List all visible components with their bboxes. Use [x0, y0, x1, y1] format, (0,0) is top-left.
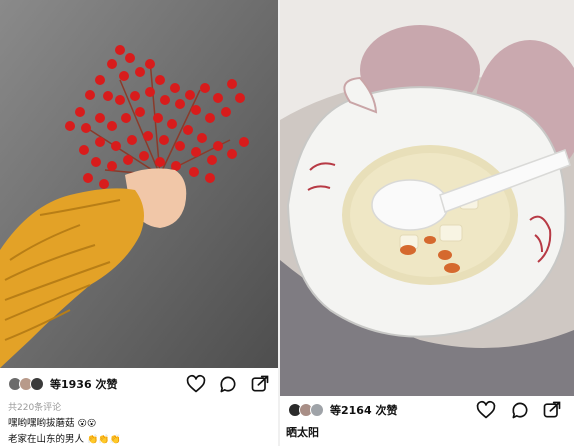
likes-count[interactable]: 等2164 次赞	[330, 402, 397, 418]
soup-bowl-photo	[280, 0, 574, 396]
comment-count[interactable]: 共220条评论	[8, 400, 61, 413]
heart-icon[interactable]	[186, 374, 206, 394]
liker-avatars	[8, 377, 46, 391]
comment-emoji: 👏👏👏	[87, 435, 121, 445]
action-bar: 等2164 次赞	[280, 396, 574, 424]
post-left: 等1936 次赞 共220条评论 嘿哟嘿哟拔蘑菇 😮😮 老家在山东的男人 👏👏👏	[0, 0, 278, 446]
comment-icon[interactable]	[218, 374, 238, 394]
comment-text: 老家在山东的男人	[8, 434, 85, 445]
comment-text: 嘿哟嘿哟拔蘑菇	[8, 418, 75, 429]
post-photo[interactable]	[280, 0, 574, 396]
share-icon[interactable]	[542, 400, 562, 420]
comment-icon[interactable]	[510, 400, 530, 420]
action-bar: 等1936 次赞	[0, 370, 278, 398]
comment: 嘿哟嘿哟拔蘑菇 😮😮	[8, 415, 96, 429]
berries-photo	[0, 0, 278, 368]
share-icon[interactable]	[250, 374, 270, 394]
avatar[interactable]	[310, 403, 324, 417]
post-caption: 晒太阳	[286, 426, 319, 439]
heart-icon[interactable]	[476, 400, 496, 420]
likes-count[interactable]: 等1936 次赞	[50, 376, 117, 392]
avatar[interactable]	[30, 377, 44, 391]
liker-avatars	[288, 403, 326, 417]
comment: 老家在山东的男人 👏👏👏	[8, 431, 121, 445]
post-right: 等2164 次赞 晒太阳	[280, 0, 574, 446]
comment-emoji: 😮😮	[77, 419, 97, 429]
post-photo[interactable]	[0, 0, 278, 368]
